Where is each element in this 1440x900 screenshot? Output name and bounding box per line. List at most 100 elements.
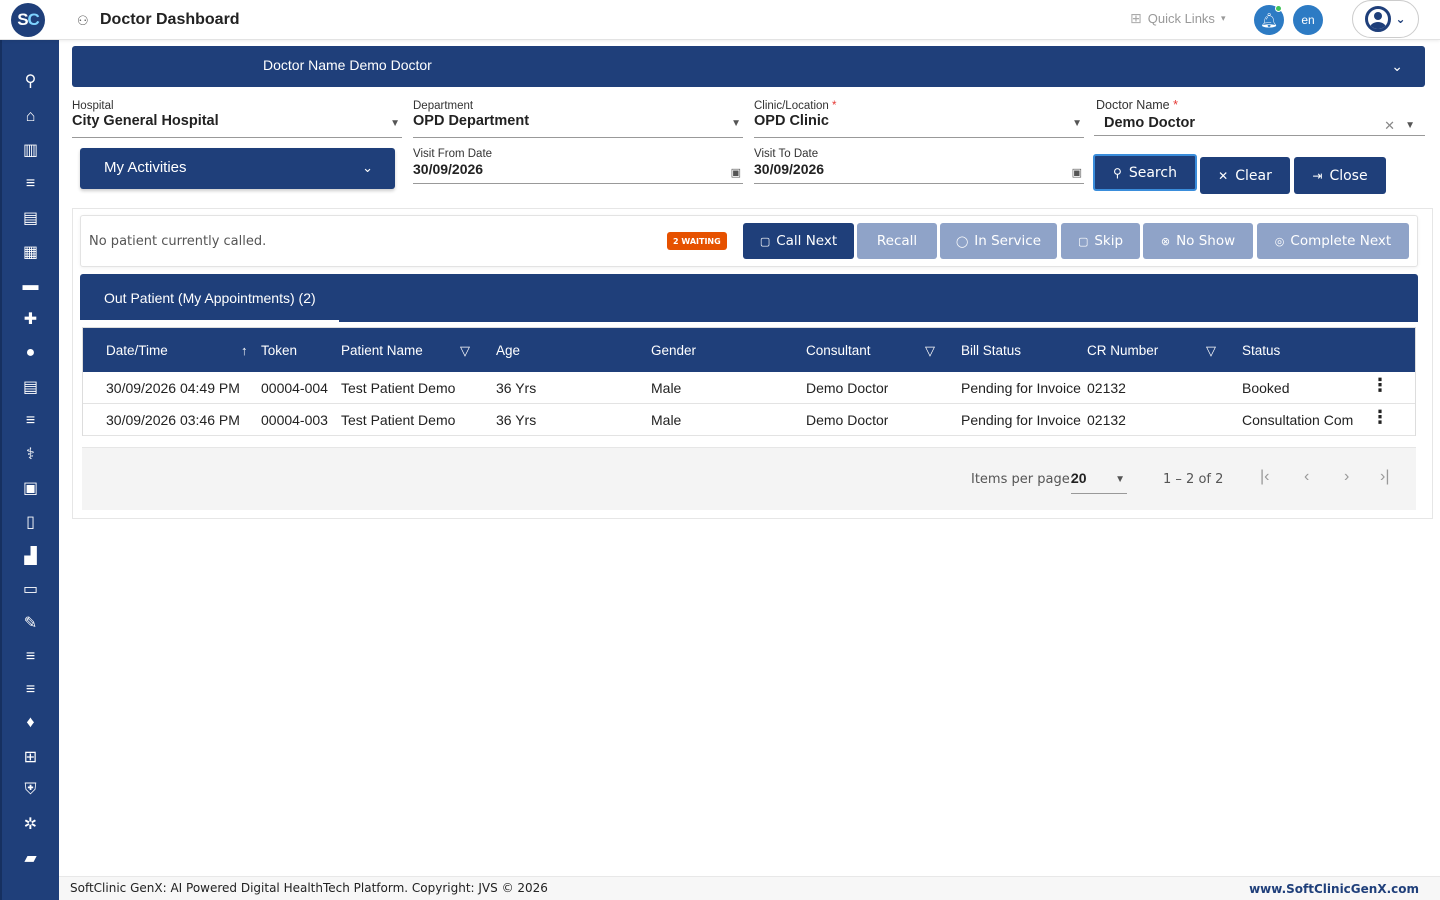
calendar-icon[interactable]: ▣ <box>1072 166 1082 179</box>
filter-icon[interactable]: ▽ <box>460 343 470 359</box>
more-vert-icon[interactable]: ⋮ <box>1371 376 1389 394</box>
doctor-name-select[interactable]: Doctor Name * Demo Doctor ✕ ▼ <box>1094 98 1425 136</box>
search-icon[interactable]: ⚲ <box>2 68 59 94</box>
notification-dot <box>1275 5 1282 12</box>
no-show-button[interactable]: ⊗ No Show <box>1143 223 1253 259</box>
pharmacy-icon[interactable]: ⚕ <box>2 441 59 467</box>
dropdown-arrow-icon: ▼ <box>1115 474 1125 485</box>
calendar-icon[interactable]: ▦ <box>2 239 59 265</box>
calendar-icon[interactable]: ▣ <box>731 166 741 179</box>
cell-age: 36 Yrs <box>496 412 537 428</box>
quick-links-menu[interactable]: ⊞ Quick Links ▾ <box>1130 10 1225 27</box>
next-page-icon[interactable]: › <box>1344 468 1349 486</box>
paginator: Items per page: 20 ▼ 1 – 2 of 2 |‹ ‹ › ›… <box>82 447 1416 510</box>
cell-patient-name: Test Patient Demo <box>341 412 456 428</box>
doctor-banner[interactable]: Doctor Name Demo Doctor ⌄ <box>72 46 1425 87</box>
user-menu[interactable]: ⌄ <box>1352 0 1419 38</box>
visit-from-value: 30/09/2026 <box>413 161 484 177</box>
document-icon[interactable]: ▤ <box>2 374 59 400</box>
app-logo[interactable]: SC <box>11 3 45 37</box>
column-header-token[interactable]: Token <box>261 343 297 358</box>
column-header-gender[interactable]: Gender <box>651 343 696 358</box>
skip-label: Skip <box>1094 233 1124 249</box>
caret-down-icon: ▾ <box>1220 13 1226 23</box>
badge-icon[interactable]: ▤ <box>2 205 59 231</box>
department-label: Department <box>413 100 474 112</box>
search-button-label: Search <box>1128 164 1177 181</box>
queue-bar: No patient currently called. 2 WAITING ▢… <box>80 215 1418 267</box>
building-icon[interactable]: ▟ <box>2 543 59 569</box>
visit-to-date-field[interactable]: Visit To Date 30/09/2026 ▣ <box>754 148 1084 184</box>
appointments-table: Date/Time ↑ Token Patient Name ▽ Age Gen… <box>82 327 1416 436</box>
doctor-name-label: Doctor Name * <box>1096 98 1178 112</box>
filter-icon[interactable]: ▽ <box>1206 343 1216 359</box>
department-select[interactable]: Department OPD Department ▼ <box>413 100 743 138</box>
devices-icon[interactable]: ▭ <box>2 576 59 602</box>
complete-next-button[interactable]: ◎ Complete Next <box>1257 223 1409 259</box>
column-header-patient-name[interactable]: Patient Name <box>341 343 423 358</box>
search-button[interactable]: ⚲ Search <box>1093 154 1197 191</box>
bed-icon[interactable]: ▬ <box>2 273 59 299</box>
cell-status: Consultation Com <box>1242 412 1354 428</box>
filter-icon[interactable]: ▽ <box>925 343 935 359</box>
notifications-button[interactable]: 🔔︎ <box>1254 5 1284 35</box>
visit-from-date-field[interactable]: Visit From Date 30/09/2026 ▣ <box>413 148 743 184</box>
user-avatar-icon <box>1365 6 1392 32</box>
check-circle-icon: ◎ <box>1274 234 1285 248</box>
medical-plus-icon[interactable]: ✚ <box>2 306 59 332</box>
network-icon[interactable]: ✲ <box>2 811 59 837</box>
book-icon[interactable]: ▯ <box>2 509 59 535</box>
cell-datetime: 30/09/2026 04:49 PM <box>106 380 240 396</box>
medicine-box-icon[interactable]: ▣ <box>2 475 59 501</box>
column-header-age[interactable]: Age <box>496 343 520 358</box>
visit-to-value: 30/09/2026 <box>754 161 825 177</box>
sidebar: ⚲ ⌂ ▥ ≡ ▤ ▦ ▬ ✚ ● ▤ ≡ ⚕ ▣ ▯ ▟ ▭ ✎ ≡ ≡ ♦ ⊞ ⛨ ✲ ▰ <box>0 40 59 900</box>
clear-button[interactable]: ✕ Clear <box>1200 157 1290 194</box>
close-button[interactable]: ⇥ Close <box>1294 157 1386 194</box>
list-icon[interactable]: ≡ <box>2 644 59 670</box>
tab-active-indicator <box>80 320 339 322</box>
add-box-icon[interactable]: ⊞ <box>2 744 59 770</box>
previous-page-icon[interactable]: ‹ <box>1304 468 1309 486</box>
in-service-button[interactable]: ◯ In Service <box>940 223 1057 259</box>
dropdown-arrow-icon: ▼ <box>731 118 741 129</box>
list-icon[interactable]: ≡ <box>2 677 59 703</box>
column-header-bill-status[interactable]: Bill Status <box>961 343 1021 358</box>
folder-icon[interactable]: ▰ <box>2 845 59 871</box>
items-per-page-label: Items per page: <box>971 472 1075 487</box>
doctor-icon: ⚇ <box>77 13 89 28</box>
page-title: Doctor Dashboard <box>100 11 240 28</box>
call-next-button[interactable]: ▢ Call Next <box>743 223 854 259</box>
last-page-icon[interactable]: ›| <box>1380 468 1389 486</box>
queue-status-message: No patient currently called. <box>89 234 267 249</box>
sort-ascending-icon[interactable]: ↑ <box>241 343 248 358</box>
list-icon[interactable]: ≡ <box>2 408 59 434</box>
clear-selection-icon[interactable]: ✕ <box>1384 118 1395 134</box>
column-header-consultant[interactable]: Consultant <box>806 343 871 358</box>
tab-out-patient[interactable]: Out Patient (My Appointments) (2) <box>80 274 339 322</box>
first-page-icon[interactable]: |‹ <box>1260 468 1269 486</box>
column-header-datetime[interactable]: Date/Time <box>106 343 168 358</box>
recall-button[interactable]: Recall <box>857 223 937 259</box>
home-icon[interactable]: ⌂ <box>2 104 59 130</box>
column-header-cr-number[interactable]: CR Number <box>1087 343 1158 358</box>
table-row[interactable]: 30/09/2026 03:46 PM 00004-003 Test Patie… <box>83 404 1415 436</box>
blood-drop-icon[interactable]: ♦ <box>2 710 59 736</box>
cell-gender: Male <box>651 380 682 396</box>
dropdown-arrow-icon: ▼ <box>390 118 400 129</box>
language-button[interactable]: en <box>1293 5 1323 35</box>
menu-icon[interactable]: ≡ <box>2 171 59 197</box>
wrench-icon[interactable]: ✎ <box>2 610 59 636</box>
column-header-status[interactable]: Status <box>1242 343 1280 358</box>
table-row[interactable]: 30/09/2026 04:49 PM 00004-004 Test Patie… <box>83 372 1415 404</box>
items-per-page-select[interactable]: 20 ▼ <box>1071 468 1127 494</box>
hospital-select[interactable]: Hospital City General Hospital ▼ <box>72 100 402 138</box>
person-icon[interactable]: ● <box>2 340 59 366</box>
bar-chart-icon[interactable]: ▥ <box>2 137 59 163</box>
clinic-select[interactable]: Clinic/Location * OPD Clinic ▼ <box>754 100 1084 138</box>
more-vert-icon[interactable]: ⋮ <box>1371 408 1389 426</box>
shield-icon[interactable]: ⛨ <box>2 777 59 803</box>
my-activities-dropdown[interactable]: My Activities ⌄ <box>80 148 395 189</box>
website-link[interactable]: www.SoftClinicGenX.com <box>1249 882 1419 896</box>
skip-button[interactable]: ▢ Skip <box>1061 223 1140 259</box>
